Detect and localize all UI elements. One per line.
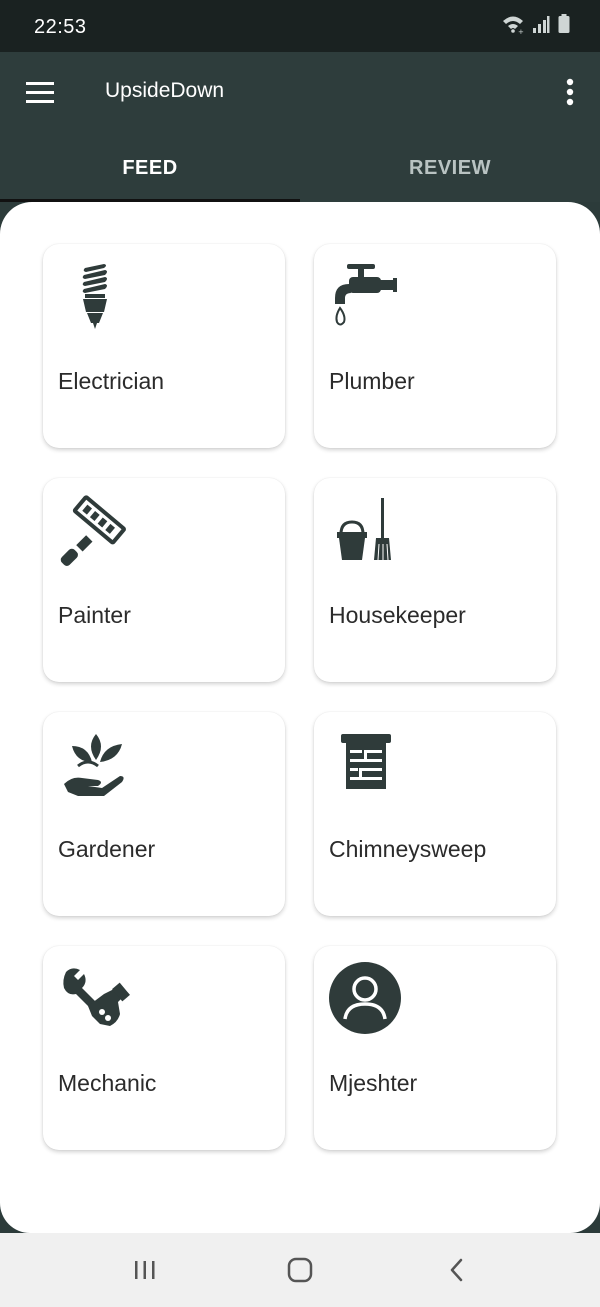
signal-icon (532, 14, 550, 34)
back-icon[interactable] (437, 1253, 477, 1287)
category-label: Mjeshter (329, 1070, 418, 1096)
tab-feed[interactable]: FEED (0, 134, 300, 202)
wrench-hand-icon (58, 962, 130, 1034)
tab-review-label: REVIEW (409, 156, 491, 179)
paint-roller-icon (58, 494, 130, 566)
system-nav-bar (0, 1233, 600, 1307)
bucket-broom-icon (329, 494, 401, 566)
status-icons: + (502, 14, 570, 34)
tab-review[interactable]: REVIEW (300, 134, 600, 202)
category-card-gardener[interactable]: Gardener (43, 712, 285, 916)
home-icon[interactable] (280, 1253, 320, 1287)
category-card-mjeshter[interactable]: Mjeshter (314, 946, 556, 1150)
app-title: UpsideDown (105, 79, 225, 102)
tab-feed-label: FEED (122, 156, 178, 179)
category-card-electrician[interactable]: Electrician (43, 244, 285, 448)
category-label: Painter (58, 602, 131, 628)
wifi-icon: + (502, 14, 524, 34)
faucet-icon (329, 260, 401, 332)
category-label: Chimneysweep (329, 836, 487, 862)
category-label: Mechanic (58, 1070, 157, 1096)
category-label: Electrician (58, 368, 165, 394)
category-card-painter[interactable]: Painter (43, 478, 285, 682)
lightbulb-icon (58, 260, 130, 332)
category-label: Gardener (58, 836, 156, 862)
app-bar: UpsideDown (0, 52, 600, 134)
tab-bar: FEED REVIEW (0, 134, 600, 202)
status-time: 22:53 (34, 16, 87, 38)
hamburger-menu-icon[interactable] (24, 77, 56, 109)
status-bar: 22:53 + (0, 0, 600, 52)
category-card-housekeeper[interactable]: Housekeeper (314, 478, 556, 682)
category-label: Housekeeper (329, 602, 466, 628)
category-card-chimneysweep[interactable]: Chimneysweep (314, 712, 556, 916)
category-card-mechanic[interactable]: Mechanic (43, 946, 285, 1150)
category-label: Plumber (329, 368, 415, 394)
category-card-plumber[interactable]: Plumber (314, 244, 556, 448)
chimney-icon (329, 728, 401, 800)
content-sheet: Electrician Plumber Painter Housekeeper … (0, 202, 600, 1233)
recent-apps-icon[interactable] (125, 1253, 165, 1287)
svg-text:+: + (518, 28, 524, 34)
plant-hand-icon (58, 728, 130, 800)
user-avatar-icon (329, 962, 401, 1034)
battery-icon (558, 14, 570, 34)
more-vert-icon[interactable] (558, 75, 582, 111)
